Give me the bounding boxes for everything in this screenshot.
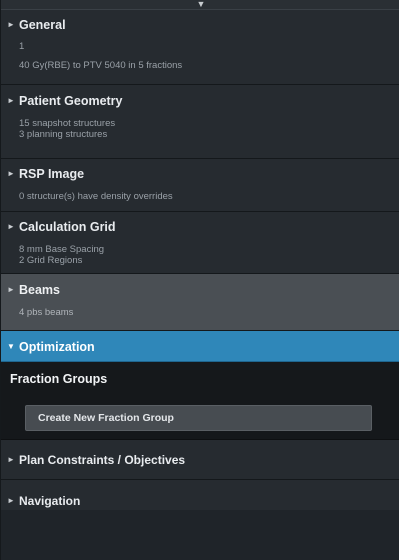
chevron-right-icon: ► xyxy=(7,222,15,231)
chevron-right-icon: ► xyxy=(7,496,15,505)
section-header-calculation-grid[interactable]: ► Calculation Grid xyxy=(7,220,399,234)
summary-line: 2 Grid Regions xyxy=(19,255,83,266)
summary-line: 4 pbs beams xyxy=(19,307,74,318)
section-header-plan-constraints[interactable]: ► Plan Constraints / Objectives xyxy=(7,453,399,467)
section-header-optimization[interactable]: ▼ Optimization xyxy=(7,340,399,354)
section-title: Beams xyxy=(19,283,60,297)
chevron-right-icon: ► xyxy=(7,455,15,464)
section-header-patient-geometry[interactable]: ► Patient Geometry xyxy=(7,94,399,108)
section-title: RSP Image xyxy=(19,167,85,181)
fraction-groups-panel: Fraction Groups Create New Fraction Grou… xyxy=(1,362,399,440)
section-header-beams[interactable]: ► Beams xyxy=(7,283,399,297)
section-rsp-image[interactable]: ► RSP Image 0 structure(s) have density … xyxy=(1,159,399,212)
create-new-fraction-group-button[interactable]: Create New Fraction Group xyxy=(25,405,372,431)
chevron-right-icon: ► xyxy=(7,169,15,178)
section-title: Optimization xyxy=(19,340,95,354)
chevron-down-icon: ▼ xyxy=(7,342,15,351)
summary-line: 8 mm Base Spacing xyxy=(19,244,105,255)
panel-collapse-bar[interactable]: ▼ xyxy=(1,0,399,10)
summary-line: 0 structure(s) have density overrides xyxy=(19,191,173,202)
section-general[interactable]: ► General 1 40 Gy(RBE) to PTV 5040 in 5 … xyxy=(1,10,399,85)
summary-line: 3 planning structures xyxy=(19,129,108,140)
section-title: General xyxy=(19,18,66,32)
section-title: Patient Geometry xyxy=(19,94,123,108)
chevron-right-icon: ► xyxy=(7,285,15,294)
section-title: Plan Constraints / Objectives xyxy=(19,453,186,467)
chevron-right-icon: ► xyxy=(7,20,15,29)
section-title: Calculation Grid xyxy=(19,220,116,234)
section-plan-constraints[interactable]: ► Plan Constraints / Objectives xyxy=(1,440,399,480)
summary-line: 15 snapshot structures xyxy=(19,118,116,129)
section-header-general[interactable]: ► General xyxy=(7,18,399,32)
section-title: Navigation xyxy=(19,494,81,508)
summary-line: 40 Gy(RBE) to PTV 5040 in 5 fractions xyxy=(19,60,183,71)
section-header-rsp-image[interactable]: ► RSP Image xyxy=(7,167,399,181)
fraction-groups-title: Fraction Groups xyxy=(10,372,108,386)
plan-panel: ▼ ► General 1 40 Gy(RBE) to PTV 5040 in … xyxy=(0,0,399,560)
section-header-navigation[interactable]: ► Navigation xyxy=(7,494,399,508)
section-optimization[interactable]: ▼ Optimization xyxy=(1,331,399,362)
section-beams[interactable]: ► Beams 4 pbs beams xyxy=(1,274,399,331)
chevron-right-icon: ► xyxy=(7,96,15,105)
section-calculation-grid[interactable]: ► Calculation Grid 8 mm Base Spacing 2 G… xyxy=(1,212,399,274)
section-navigation[interactable]: ► Navigation xyxy=(1,480,399,510)
summary-line: 1 xyxy=(19,41,25,52)
section-patient-geometry[interactable]: ► Patient Geometry 15 snapshot structure… xyxy=(1,85,399,159)
collapse-arrow-icon[interactable]: ▼ xyxy=(197,0,206,9)
